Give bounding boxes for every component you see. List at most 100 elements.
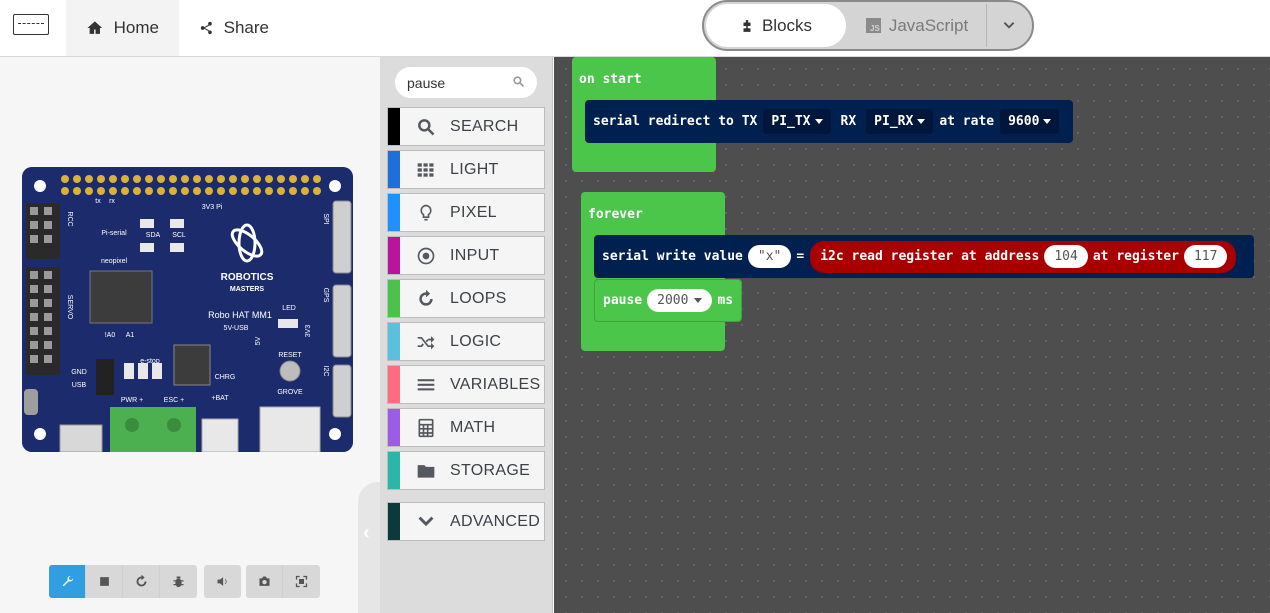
board-i2c: I2C <box>322 366 329 377</box>
share-label: Share <box>223 18 269 37</box>
board-brand: ROBOTICS <box>221 272 274 283</box>
js-icon: JS <box>865 18 881 33</box>
stop-icon[interactable] <box>86 565 123 598</box>
caret-down-icon <box>1043 119 1052 124</box>
rate-dropdown[interactable]: 9600 <box>1000 109 1060 134</box>
toolbox: SEARCH LIGHT PIXEL INPUT LOOPS LOGIC VAR… <box>380 57 553 613</box>
board-a1: A1 <box>126 332 135 339</box>
folder-icon <box>414 459 438 483</box>
simulator-panel: ROBOTICS MASTERS Robo HAT MM1 5V-USB RES… <box>0 57 380 613</box>
lightbulb-icon <box>414 201 438 225</box>
serial-redirect-block[interactable]: serial redirect to TX PI_TX RX PI_RX at … <box>585 100 1074 143</box>
board-gnd: GND <box>71 369 87 376</box>
category-label: SEARCH <box>450 117 519 135</box>
pause-block[interactable]: pause 2000 ms <box>594 279 743 322</box>
sound-icon[interactable] <box>204 565 241 598</box>
at-register-text: at register <box>1092 249 1179 264</box>
category-search[interactable]: SEARCH <box>387 107 545 146</box>
caret-down-icon <box>694 298 703 303</box>
category-loops[interactable]: LOOPS <box>387 279 545 318</box>
board-led: LED <box>282 305 296 312</box>
board-a0: !A0 <box>105 332 116 339</box>
search-input[interactable] <box>407 74 507 91</box>
board-brand-sub: MASTERS <box>230 286 265 293</box>
category-label: VARIABLES <box>450 375 541 393</box>
share-button[interactable]: Share <box>179 0 289 56</box>
list-icon <box>414 373 438 397</box>
board-chrg: CHRG <box>215 374 236 381</box>
category-advanced[interactable]: ADVANCED <box>387 502 545 541</box>
serial-write-value-block[interactable]: serial write value "x" = i2c read regist… <box>594 235 1254 278</box>
grid-icon <box>414 158 438 182</box>
restart-icon[interactable] <box>123 565 160 598</box>
puzzle-icon <box>743 19 751 32</box>
category-storage[interactable]: STORAGE <box>387 451 545 490</box>
address-field[interactable]: 104 <box>1044 245 1088 268</box>
home-button[interactable]: Home <box>66 0 179 56</box>
board-servo: SERVO <box>66 295 73 320</box>
register-field[interactable]: 117 <box>1183 245 1228 268</box>
blocks-tab[interactable]: Blocks <box>706 4 846 47</box>
rate-value: 9600 <box>1008 114 1040 129</box>
robo-hat-board[interactable]: ROBOTICS MASTERS Robo HAT MM1 5V-USB RES… <box>22 167 353 452</box>
sim-toolbar-group-2 <box>204 565 241 598</box>
board-3v3: 3V3 <box>305 325 312 338</box>
refresh-icon <box>414 287 438 311</box>
board-spi: SPI <box>322 213 329 224</box>
panel-splitter[interactable] <box>358 482 380 613</box>
pause-value: 2000 <box>657 293 689 308</box>
rx-text: RX <box>840 114 857 129</box>
debug-icon[interactable] <box>160 565 197 598</box>
category-light[interactable]: LIGHT <box>387 150 545 189</box>
shuffle-icon <box>414 330 438 354</box>
category-label: ADVANCED <box>450 512 541 530</box>
category-color-bar <box>388 409 400 446</box>
tx-dropdown[interactable]: PI_TX <box>763 109 831 134</box>
board-reset: RESET <box>278 352 302 359</box>
category-logic[interactable]: LOGIC <box>387 322 545 361</box>
board-grove: GROVE <box>277 389 303 396</box>
board-usb: 5V-USB <box>224 325 249 332</box>
category-color-bar <box>388 151 400 188</box>
category-pixel[interactable]: PIXEL <box>387 193 545 232</box>
javascript-tab[interactable]: JS JavaScript <box>850 4 984 47</box>
board-model: Robo HAT MM1 <box>208 310 272 320</box>
i2c-read-register-block[interactable]: i2c read register at address 104 at regi… <box>810 240 1237 273</box>
editor-dropdown-button[interactable] <box>986 4 1030 47</box>
category-math[interactable]: MATH <box>387 408 545 447</box>
chevron-down-icon <box>414 510 438 534</box>
fullscreen-icon[interactable] <box>283 565 320 598</box>
category-label: LIGHT <box>450 160 499 178</box>
board-neopixel: neopixel <box>101 258 128 265</box>
category-color-bar <box>388 452 400 489</box>
category-variables[interactable]: VARIABLES <box>387 365 545 404</box>
i2c-read-text: i2c read register at address <box>820 249 1040 264</box>
equals-text: = <box>796 249 805 264</box>
wrench-icon[interactable] <box>49 565 86 598</box>
board-bat: +BAT <box>211 395 229 402</box>
collapse-simulator-icon[interactable]: ‹ <box>363 522 370 545</box>
name-string-field[interactable]: "x" <box>747 245 792 268</box>
toolbox-search[interactable] <box>395 67 537 98</box>
blocks-workspace[interactable]: on start serial redirect to TX PI_TX RX … <box>554 57 1270 613</box>
category-color-bar <box>388 237 400 274</box>
target-icon <box>414 244 438 268</box>
board-rcc: RCC <box>66 211 73 226</box>
screenshot-icon[interactable] <box>246 565 283 598</box>
share-icon <box>200 21 212 35</box>
category-color-bar <box>388 280 400 317</box>
sim-toolbar-group-3 <box>246 565 320 598</box>
category-input[interactable]: INPUT <box>387 236 545 275</box>
on-start-label: on start <box>579 72 642 87</box>
board-gps: GPS <box>322 288 329 303</box>
search-icon <box>512 75 525 91</box>
editor-toggle: Blocks JS JavaScript <box>702 0 1034 51</box>
app-logo[interactable] <box>13 14 49 35</box>
pause-duration-dropdown[interactable]: 2000 <box>647 289 713 312</box>
pause-unit: ms <box>717 293 734 308</box>
category-color-bar <box>388 323 400 360</box>
home-icon <box>87 21 103 34</box>
rx-dropdown[interactable]: PI_RX <box>866 109 934 134</box>
category-label: STORAGE <box>450 461 531 479</box>
forever-label: forever <box>588 207 643 222</box>
